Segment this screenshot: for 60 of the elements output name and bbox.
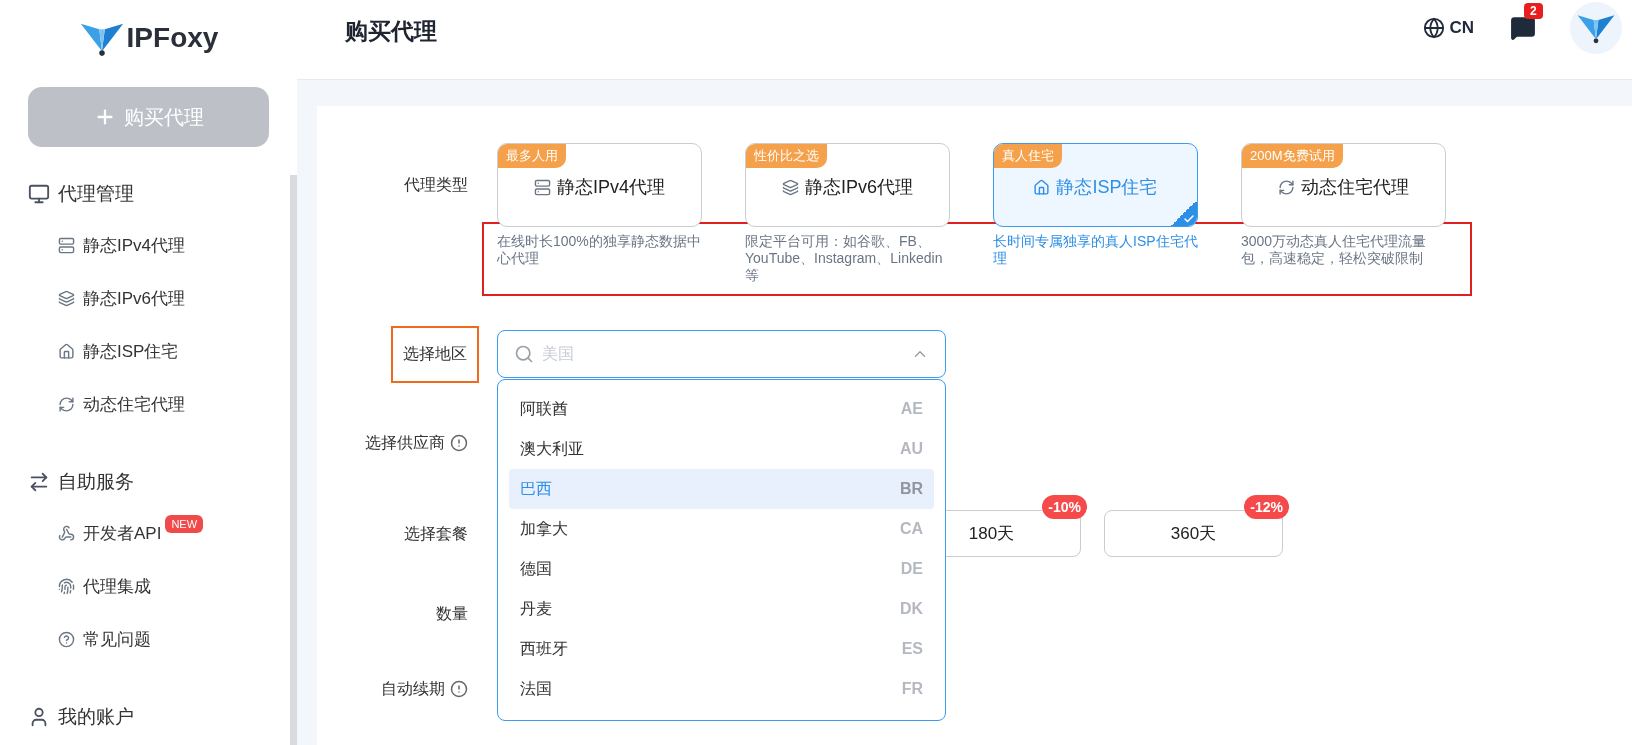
proxy-type-description: 长时间专属独享的真人ISP住宅代理 (993, 233, 1198, 268)
proxy-type-description: 限定平台可用：如谷歌、FB、YouTube、Instagram、Linkedin等 (745, 233, 944, 285)
layers-icon (58, 290, 75, 307)
nav-item[interactable]: 开发者API NEW (0, 507, 288, 560)
webhook-icon (58, 525, 75, 542)
proxy-type-description: 3000万动态真人住宅代理流量包，高速稳定，轻松突破限制 (1241, 233, 1428, 268)
field-label: 自动续期 (381, 679, 445, 699)
globe-icon[interactable] (1423, 17, 1446, 39)
swap-arrows-icon (28, 471, 50, 493)
logo-text: IPFoxy (126, 21, 219, 55)
nav-group[interactable]: 代理管理 (0, 169, 288, 219)
nav-item[interactable]: 常见问题 (0, 613, 288, 666)
card-tag: 最多人用 (498, 144, 566, 168)
house-icon (58, 343, 75, 360)
proxy-type-description: 在线时长100%的独享静态数据中心代理 (497, 233, 702, 268)
region-option[interactable]: 澳大利亚 AU (509, 429, 934, 469)
discount-badge: -10% (1042, 495, 1087, 519)
field-label: 代理类型 (404, 175, 468, 195)
new-badge: NEW (165, 515, 204, 533)
field-label: 选择套餐 (404, 523, 468, 544)
layers-icon (782, 178, 799, 196)
field-label: 数量 (436, 604, 468, 624)
fingerprint-icon (58, 578, 75, 595)
cycle-icon (58, 396, 75, 413)
info-icon (450, 434, 468, 452)
card-tag: 性价比之选 (746, 144, 827, 168)
help-icon (58, 631, 75, 648)
card-tag: 200M免费试用 (1242, 144, 1343, 168)
search-icon (514, 344, 534, 364)
server-icon (58, 237, 75, 254)
language-link[interactable]: CN (1449, 15, 1474, 41)
proxy-type-card[interactable]: 最多人用 静态IPv4代理 (497, 143, 702, 227)
scrollbar[interactable] (290, 175, 297, 745)
server-icon (534, 178, 551, 196)
message-count-badge: 2 (1524, 3, 1543, 19)
region-option[interactable]: 西班牙 ES (509, 629, 934, 669)
info-icon (450, 680, 468, 698)
region-option[interactable]: 法国 FR (509, 669, 934, 709)
nav-item[interactable]: 代理集成 (0, 560, 288, 613)
message-icon[interactable] (1510, 15, 1536, 41)
proxy-type-card[interactable]: 200M免费试用 动态住宅代理 (1241, 143, 1446, 227)
nav-item[interactable]: 动态住宅代理 (0, 378, 288, 431)
nav-group[interactable]: 我的账户 (0, 692, 288, 742)
avatar-logo-icon (1576, 12, 1616, 44)
nav-item[interactable]: 静态IPv4代理 (0, 219, 288, 272)
page-title: 购买代理 (345, 17, 437, 46)
nav-item[interactable]: 静态ISP住宅 (0, 325, 288, 378)
region-option[interactable]: 阿联酋 AE (509, 389, 934, 429)
monitor-icon (28, 183, 50, 205)
proxy-type-card[interactable]: 性价比之选 静态IPv6代理 (745, 143, 950, 227)
house-icon (1033, 178, 1051, 196)
field-label: 选择供应商 (365, 433, 445, 453)
nav-item[interactable]: 静态IPv6代理 (0, 272, 288, 325)
discount-badge: -12% (1244, 495, 1289, 519)
region-option[interactable]: 丹麦 DK (509, 589, 934, 629)
cycle-icon (1278, 178, 1295, 196)
nav-group[interactable]: 自助服务 (0, 457, 288, 507)
region-label: 选择地区 (391, 325, 479, 383)
avatar[interactable] (1570, 2, 1622, 54)
card-tag: 真人住宅 (994, 144, 1062, 168)
